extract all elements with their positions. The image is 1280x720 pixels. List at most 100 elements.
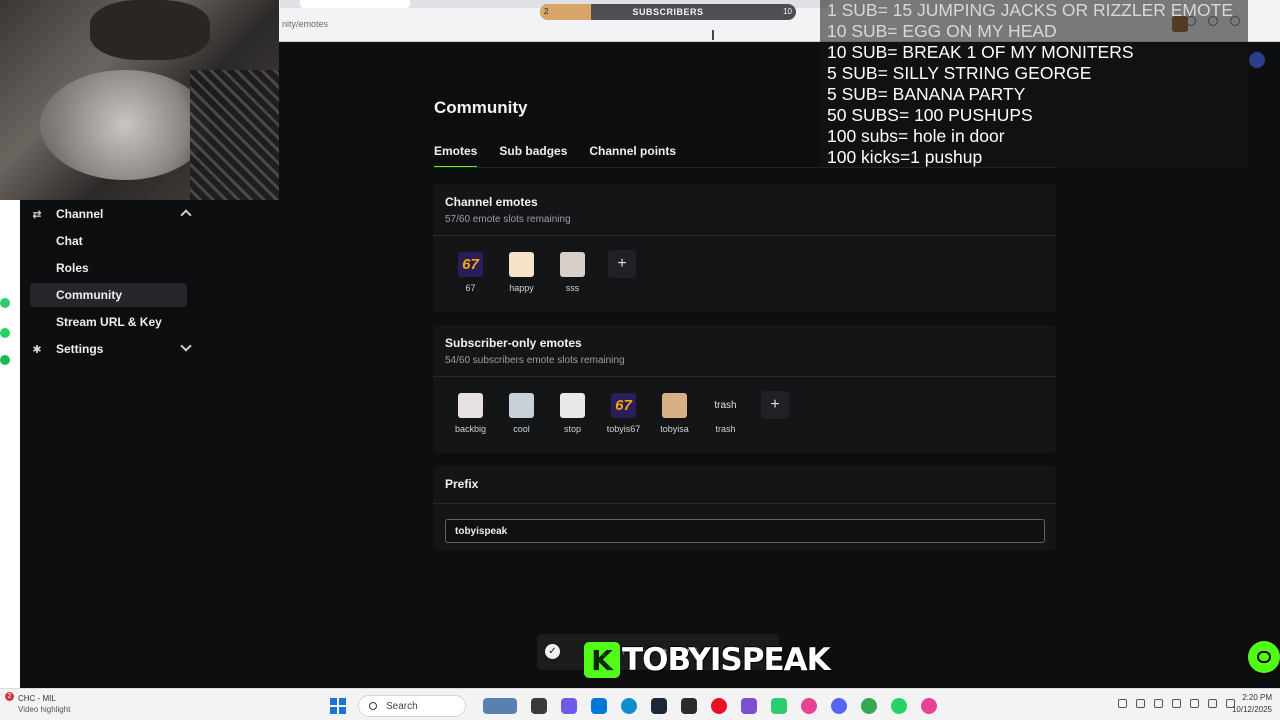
sidebar-group-channel[interactable]: ⇄ Channel (30, 202, 196, 226)
subscriber-emote-list: backbig cool stop 67 tobyis67 tobyisa trash tra… (445, 391, 789, 434)
emote-item[interactable]: 67 tobyis67 (598, 393, 649, 434)
emote-name: stop (563, 424, 581, 434)
clock-date: 10/12/2025 (1231, 705, 1272, 714)
chat-bubble-icon (1257, 651, 1271, 663)
sidebar-group-settings[interactable]: ✱ Settings (30, 337, 196, 361)
emote-item[interactable]: happy (496, 252, 547, 293)
clock[interactable]: 2:20 PM 10/12/2025 (1232, 693, 1272, 714)
emote-item[interactable]: cool (496, 393, 547, 434)
subscriber-emotes-title: Subscriber-only emotes (445, 336, 582, 350)
taskbar-search[interactable]: Search (358, 695, 466, 717)
emote-name: tobyis67 (606, 424, 641, 434)
emote-name: 67 (465, 283, 476, 293)
add-emote-button[interactable]: + (761, 391, 789, 419)
whatsapp-icon (0, 328, 10, 338)
sidebar-item-community[interactable]: Community (30, 283, 187, 307)
sidebar-item-roles[interactable]: Roles (30, 256, 187, 280)
streamer-brand-overlay: K TOBYISPEAK (584, 640, 831, 680)
app-tray-icon[interactable] (1172, 699, 1181, 708)
spotify-icon (0, 355, 10, 365)
edge-icon[interactable] (621, 698, 637, 714)
task-view-icon[interactable] (531, 698, 547, 714)
emote-item[interactable]: stop (547, 393, 598, 434)
whatsapp-icon[interactable] (891, 698, 907, 714)
widget-icon[interactable] (483, 698, 517, 714)
goal-line: 10 SUB= BREAK 1 OF MY MONITERS (827, 42, 1134, 62)
goal-label: SUBSCRIBERS (632, 7, 704, 17)
emote-name: tobyisa (660, 424, 689, 434)
goal-line: 5 SUB= BANANA PARTY (827, 84, 1026, 104)
network-icon[interactable] (1136, 699, 1145, 708)
gear-icon: ✱ (32, 343, 42, 356)
wifi-icon[interactable] (1190, 699, 1199, 708)
extension-avatar-icon[interactable] (1249, 52, 1265, 68)
store-icon[interactable] (591, 698, 607, 714)
clock-time: 2:20 PM (1242, 693, 1272, 702)
sidebar-item-chat[interactable]: Chat (30, 229, 187, 253)
search-icon (369, 702, 377, 710)
emote-image: 67 (458, 252, 483, 277)
pin-icon[interactable] (801, 698, 817, 714)
check-icon: ✓ (545, 644, 560, 659)
emote-item[interactable]: 67 67 (445, 252, 496, 293)
emote-item[interactable]: backbig (445, 393, 496, 434)
chat-button[interactable] (1248, 641, 1280, 673)
goal-line: 100 subs= hole in door (827, 126, 1005, 146)
emote-image (662, 393, 687, 418)
emote-item[interactable]: trash trash (700, 393, 751, 434)
tabs-divider (434, 167, 1056, 168)
emote-item[interactable]: tobyisa (649, 393, 700, 434)
left-app-strip (0, 200, 20, 690)
windows-start-icon[interactable] (330, 698, 346, 714)
subscriber-emotes-remaining: 54/60 subscribers emote slots remaining (445, 355, 625, 366)
sidebar-group-label: Channel (56, 207, 104, 221)
browser-tab[interactable] (300, 0, 410, 8)
text-cursor (712, 30, 714, 40)
emote-image (509, 252, 534, 277)
system-tray (1118, 699, 1235, 708)
kick-logo-icon: K (584, 642, 620, 678)
pin-icon[interactable] (921, 698, 937, 714)
prefix-card: Prefix (433, 466, 1056, 550)
emote-item[interactable]: sss (547, 252, 598, 293)
sidebar-item-stream-url-key[interactable]: Stream URL & Key (30, 310, 187, 334)
tab-sub-badges[interactable]: Sub badges (499, 144, 567, 168)
emote-name: happy (509, 283, 534, 293)
emote-name: backbig (454, 424, 487, 434)
windows-taskbar: CHC - MIL Video highlight 2 Search 2:20 … (0, 688, 1280, 720)
channel-icon: ⇄ (32, 208, 42, 221)
epic-games-icon[interactable] (681, 698, 697, 714)
add-emote-button[interactable]: + (608, 250, 636, 278)
prefix-title: Prefix (445, 477, 479, 491)
address-bar[interactable]: nity/emotes (282, 19, 328, 29)
copilot-icon[interactable] (561, 698, 577, 714)
opera-icon[interactable] (711, 698, 727, 714)
app-icon[interactable] (741, 698, 757, 714)
sidebar-group-label: Settings (56, 342, 104, 356)
chrome-icon[interactable] (861, 698, 877, 714)
media-widget[interactable]: CHC - MIL Video highlight (6, 694, 70, 714)
page-title: Community (434, 98, 528, 117)
discord-icon[interactable] (831, 698, 847, 714)
volume-icon[interactable] (1208, 699, 1217, 708)
emote-name: sss (565, 283, 580, 293)
notification-badge: 2 (5, 692, 14, 701)
app-dot-icon (0, 298, 10, 308)
taskbar-apps: Search (330, 695, 944, 717)
emote-image (560, 252, 585, 277)
prefix-input[interactable] (445, 519, 1045, 543)
brand-name: TOBYISPEAK (622, 642, 831, 678)
goal-line: 100 kicks=1 pushup (827, 147, 983, 167)
goal-target: 10 (783, 7, 792, 16)
stream-goals-overlay: 1 SUB= 15 JUMPING JACKS OR RIZZLER EMOTE… (820, 0, 1248, 168)
community-tabs: Emotes Sub badges Channel points (434, 144, 676, 168)
tab-emotes[interactable]: Emotes (434, 144, 478, 168)
emote-image (458, 393, 483, 418)
app-icon[interactable] (771, 698, 787, 714)
search-label: Search (386, 700, 418, 712)
tab-channel-points[interactable]: Channel points (589, 144, 676, 168)
steam-icon[interactable] (651, 698, 667, 714)
app-tray-icon[interactable] (1154, 699, 1163, 708)
chevron-up-icon[interactable] (1118, 699, 1127, 708)
channel-emotes-remaining: 57/60 emote slots remaining (445, 214, 571, 225)
